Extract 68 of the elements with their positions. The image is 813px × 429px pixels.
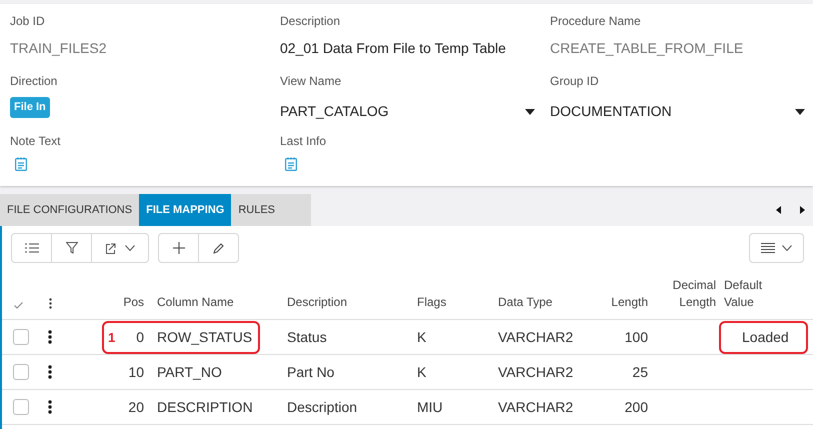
table-cell: VARCHAR2 bbox=[498, 328, 574, 344]
column-header[interactable]: Column Name bbox=[149, 293, 282, 311]
caret-icon bbox=[795, 108, 805, 114]
tab[interactable]: RULES bbox=[231, 194, 312, 226]
kebab-icon[interactable] bbox=[48, 365, 52, 379]
field-label: Direction bbox=[10, 73, 58, 90]
field-label: Note Text bbox=[10, 133, 62, 150]
column-header[interactable]: Pos bbox=[92, 293, 149, 311]
table-cell: 0 bbox=[136, 328, 144, 344]
table-cell: DESCRIPTION bbox=[157, 398, 253, 414]
table-cell: 25 bbox=[632, 364, 648, 380]
kebab-icon[interactable] bbox=[48, 400, 52, 414]
tab[interactable]: FILE MAPPING bbox=[139, 194, 232, 226]
table-cell: VARCHAR2 bbox=[498, 398, 574, 414]
column-header[interactable]: Decimal Length bbox=[652, 277, 720, 311]
direction-badge: File In bbox=[10, 97, 50, 118]
row-checkbox[interactable] bbox=[13, 399, 29, 415]
table-cell: MIU bbox=[417, 398, 443, 414]
list-icon bbox=[24, 243, 38, 253]
kebab-icon[interactable] bbox=[49, 298, 52, 309]
column-header[interactable]: Default Value bbox=[720, 277, 780, 311]
callout-number: 1 bbox=[108, 329, 116, 347]
filter-icon bbox=[66, 242, 78, 254]
tab[interactable]: FILE CONFIGURATIONS bbox=[0, 194, 140, 226]
table-cell: PART_NO bbox=[157, 364, 222, 380]
row-checkbox[interactable] bbox=[13, 364, 29, 380]
field-value: 02_01 Data From File to Temp Table bbox=[280, 39, 507, 58]
caret-icon bbox=[125, 245, 135, 251]
lines-icon bbox=[761, 242, 775, 254]
dropdown-field[interactable]: DOCUMENTATION bbox=[550, 101, 805, 122]
table-cell: VARCHAR2 bbox=[498, 364, 574, 380]
field-value: TRAIN_FILES2 bbox=[10, 39, 108, 58]
column-header[interactable]: Length bbox=[602, 293, 652, 311]
table-cell: Loaded bbox=[742, 328, 789, 344]
table-cell: K bbox=[417, 364, 426, 380]
dropdown-field[interactable]: PART_CATALOG bbox=[280, 101, 535, 122]
caret-icon bbox=[782, 245, 792, 251]
table-cell: 20 bbox=[128, 398, 144, 414]
plus-icon bbox=[172, 242, 184, 254]
field-label: Last Info bbox=[280, 133, 328, 150]
export-icon bbox=[105, 242, 116, 254]
field-label: Job ID bbox=[10, 13, 46, 30]
column-header[interactable]: Description bbox=[282, 293, 412, 311]
row-checkbox[interactable] bbox=[13, 329, 29, 345]
caret-icon bbox=[525, 108, 535, 114]
kebab-icon[interactable] bbox=[48, 330, 52, 344]
scroll-left-icon[interactable] bbox=[776, 206, 781, 214]
table-cell: 100 bbox=[624, 328, 648, 344]
check-icon[interactable] bbox=[14, 302, 23, 309]
table-cell: 10 bbox=[128, 364, 144, 380]
scroll-right-icon[interactable] bbox=[800, 206, 805, 214]
field-label: Group ID bbox=[550, 73, 600, 90]
table-cell: Description bbox=[287, 398, 358, 414]
table-cell: ROW_STATUS bbox=[157, 328, 252, 344]
table-cell: Status bbox=[287, 328, 327, 344]
column-header[interactable]: Data Type bbox=[492, 293, 602, 311]
field-label: Procedure Name bbox=[550, 13, 642, 30]
note-icon[interactable] bbox=[285, 157, 297, 171]
note-icon[interactable] bbox=[15, 157, 27, 171]
pencil-icon bbox=[213, 242, 224, 254]
field-value: CREATE_TABLE_FROM_FILE bbox=[550, 39, 744, 58]
field-label: View Name bbox=[280, 73, 342, 90]
column-header[interactable]: Flags bbox=[412, 293, 492, 311]
view-options-button[interactable] bbox=[749, 233, 804, 263]
table-cell: 200 bbox=[624, 398, 648, 414]
field-label: Description bbox=[280, 13, 342, 30]
table-cell: K bbox=[417, 328, 426, 344]
table-cell: Part No bbox=[287, 364, 334, 380]
